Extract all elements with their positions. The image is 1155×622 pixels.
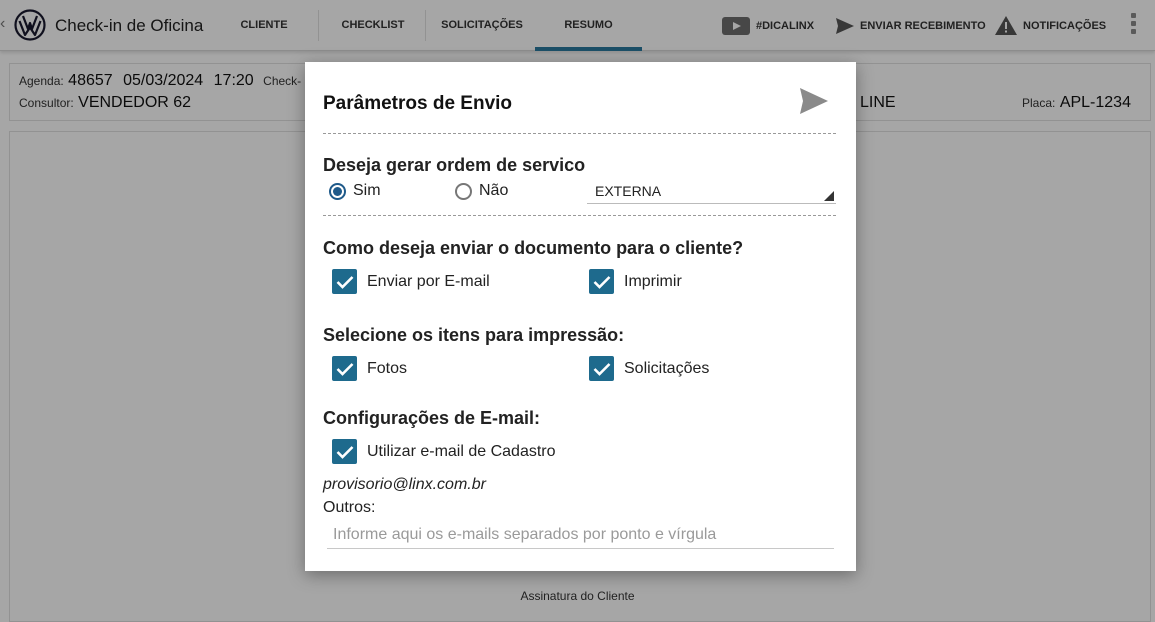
envio-title: Como deseja enviar o documento para o cl…	[323, 238, 744, 258]
radio-nao-label: Não	[479, 182, 509, 199]
section-divider	[323, 133, 836, 134]
dialog-title: Parâmetros de Envio	[323, 93, 513, 114]
ordem-servico-title: Deseja gerar ordem de servico	[323, 155, 586, 175]
outros-emails-input[interactable]	[327, 521, 834, 549]
checkbox-solicitacoes[interactable]: Solicitações	[589, 356, 709, 381]
checkbox-email-cadastro[interactable]: Utilizar e-mail de Cadastro	[332, 439, 556, 464]
radio-nao[interactable]: Não	[455, 182, 508, 200]
checkbox-checked-icon	[332, 269, 357, 294]
checkbox-checked-icon	[589, 269, 614, 294]
radio-sim-label: Sim	[353, 182, 381, 199]
checkbox-imprimir[interactable]: Imprimir	[589, 269, 682, 294]
fotos-label: Fotos	[367, 359, 408, 377]
solicitacoes-label: Solicitações	[624, 359, 710, 377]
section-divider	[323, 215, 836, 216]
email-config-title: Configurações de E-mail:	[323, 408, 541, 428]
outros-label: Outros:	[323, 499, 376, 516]
ordem-tipo-value: EXTERNA	[595, 183, 662, 199]
checkbox-fotos[interactable]: Fotos	[332, 356, 407, 381]
ordem-tipo-select[interactable]: EXTERNA	[587, 179, 836, 204]
email-cadastro-label: Utilizar e-mail de Cadastro	[367, 442, 556, 460]
impressao-title: Selecione os itens para impressão:	[323, 325, 625, 345]
envio-parameters-dialog: Parâmetros de Envio Deseja gerar ordem d…	[305, 62, 856, 571]
checkbox-checked-icon	[332, 356, 357, 381]
radio-nao-indicator	[455, 182, 472, 200]
enviar-email-label: Enviar por E-mail	[367, 272, 490, 290]
imprimir-label: Imprimir	[624, 272, 682, 290]
send-icon[interactable]	[799, 87, 829, 115]
dropdown-arrow-icon	[824, 191, 834, 201]
cadastro-email-value: provisorio@linx.com.br	[323, 476, 486, 493]
checkbox-checked-icon	[589, 356, 614, 381]
radio-sim[interactable]: Sim	[329, 182, 381, 200]
checkbox-enviar-email[interactable]: Enviar por E-mail	[332, 269, 490, 294]
radio-sim-indicator	[329, 182, 346, 200]
checkbox-checked-icon	[332, 439, 357, 464]
